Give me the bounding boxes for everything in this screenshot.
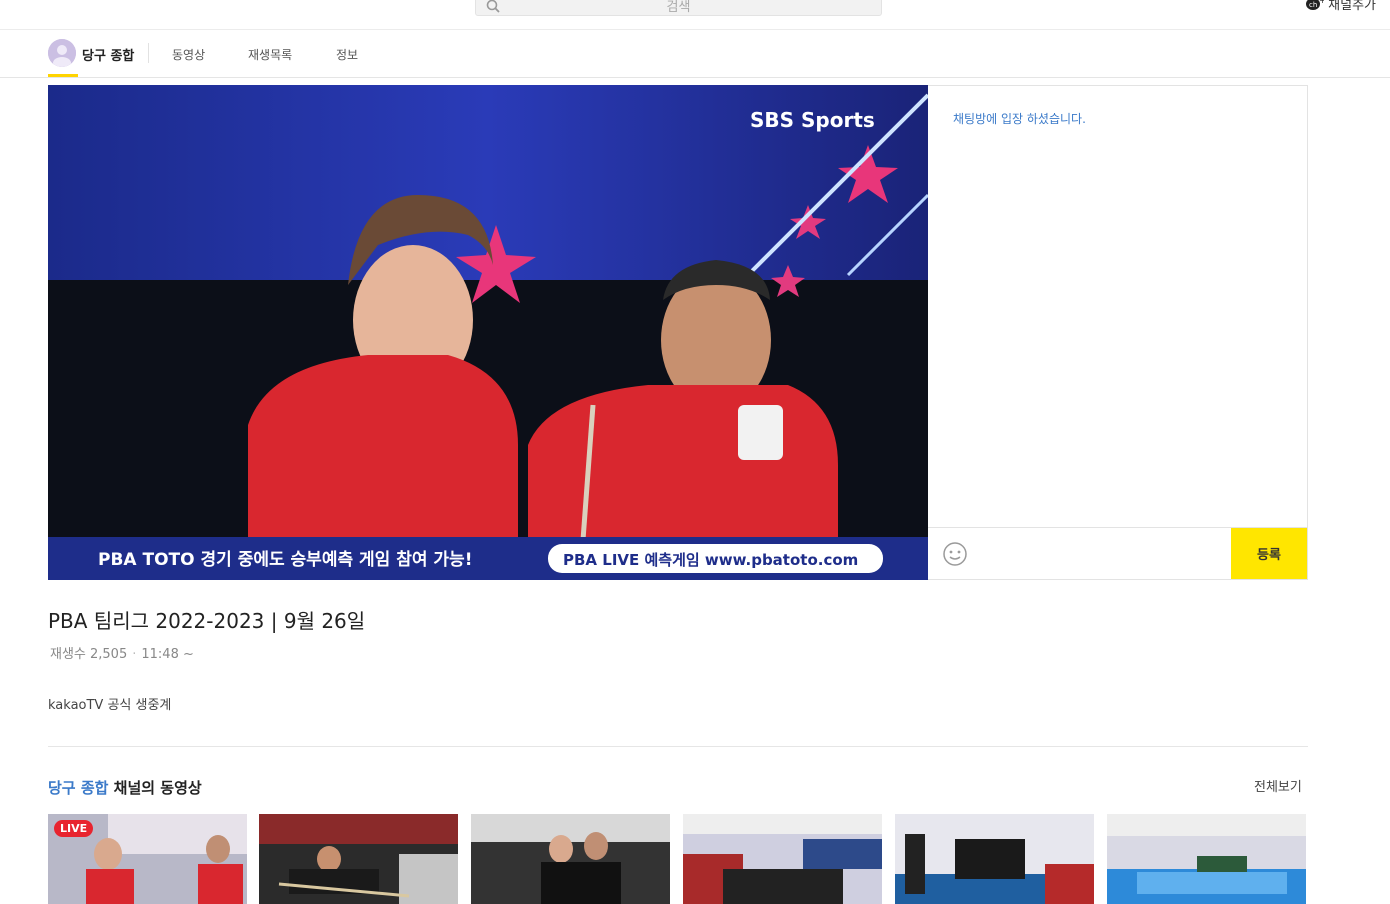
video-thumbnail[interactable] <box>259 814 458 904</box>
chat-message-input[interactable] <box>980 538 1220 570</box>
channel-plus-icon: ch + <box>1306 0 1324 10</box>
add-channel-label: 채널추가 <box>1328 0 1376 13</box>
video-thumbnail-row: LIVE <box>48 814 1308 904</box>
nav-divider <box>148 43 149 63</box>
channel-name-highlight[interactable]: 당구 종합 <box>48 779 108 797</box>
thumbnail-image <box>683 814 882 904</box>
emoji-icon[interactable] <box>942 541 968 567</box>
svg-text:ch: ch <box>1309 1 1317 9</box>
video-thumbnail[interactable] <box>471 814 670 904</box>
video-description: kakaoTV 공식 생중계 <box>48 698 172 713</box>
section-divider <box>48 746 1308 747</box>
search-bar[interactable]: 검색 <box>475 0 882 16</box>
avatar-icon <box>48 39 76 67</box>
thumbnail-image <box>259 814 458 904</box>
video-frame: SBS Sports PBA TOTO 경기 중에도 승부예측 게임 참여 가능… <box>48 85 928 580</box>
see-all-link[interactable]: 전체보기 <box>1254 776 1302 795</box>
player-banner-text: PBA TOTO 경기 중에도 승부예측 게임 참여 가능! <box>98 549 472 570</box>
live-badge: LIVE <box>54 820 94 837</box>
video-thumbnail[interactable] <box>683 814 882 904</box>
broadcast-time: 11:48 ~ <box>141 647 194 662</box>
thumbnail-image <box>895 814 1094 904</box>
search-input[interactable]: 검색 <box>476 0 881 15</box>
heading-suffix: 채널의 동영상 <box>108 779 202 797</box>
video-player[interactable]: SBS Sports PBA TOTO 경기 중에도 승부예측 게임 참여 가능… <box>48 85 928 580</box>
channel-videos-heading: 당구 종합 채널의 동영상 <box>48 777 202 798</box>
thumbnail-image <box>471 814 670 904</box>
add-channel-button[interactable]: ch + 채널추가 <box>1306 0 1376 13</box>
video-thumbnail[interactable] <box>1107 814 1306 904</box>
channel-avatar[interactable] <box>48 39 76 67</box>
channel-nav: 당구 종합 동영상 재생목록 정보 <box>0 30 1390 78</box>
svg-text:+: + <box>1319 0 1324 5</box>
chat-system-message: 채팅방에 입장 하셨습니다. <box>953 112 1086 126</box>
video-thumbnail[interactable]: LIVE <box>48 814 247 904</box>
broadcaster-logo: SBS Sports <box>750 108 875 132</box>
player-banner-url: PBA LIVE 예측게임 www.pbatoto.com <box>563 551 858 569</box>
tab-info[interactable]: 정보 <box>336 46 358 63</box>
channel-name-link[interactable]: 당구 종합 <box>82 45 134 64</box>
tab-videos[interactable]: 동영상 <box>172 46 205 63</box>
video-thumbnail[interactable] <box>895 814 1094 904</box>
tab-playlists[interactable]: 재생목록 <box>248 46 292 63</box>
thumbnail-image <box>1107 814 1306 904</box>
chat-panel: 채팅방에 입장 하셨습니다. 등록 <box>928 85 1308 580</box>
video-title: PBA 팀리그 2022-2023 | 9월 26일 <box>48 609 366 633</box>
meta-separator: · <box>132 647 137 662</box>
video-meta: 재생수 2,505 · 11:48 ~ <box>50 643 194 662</box>
active-tab-indicator <box>48 74 78 77</box>
top-bar: 검색 ch + 채널추가 <box>0 0 1390 30</box>
view-count: 재생수 2,505 <box>50 647 128 662</box>
chat-send-button[interactable]: 등록 <box>1231 528 1307 579</box>
chat-input-bar: 등록 <box>928 527 1307 579</box>
